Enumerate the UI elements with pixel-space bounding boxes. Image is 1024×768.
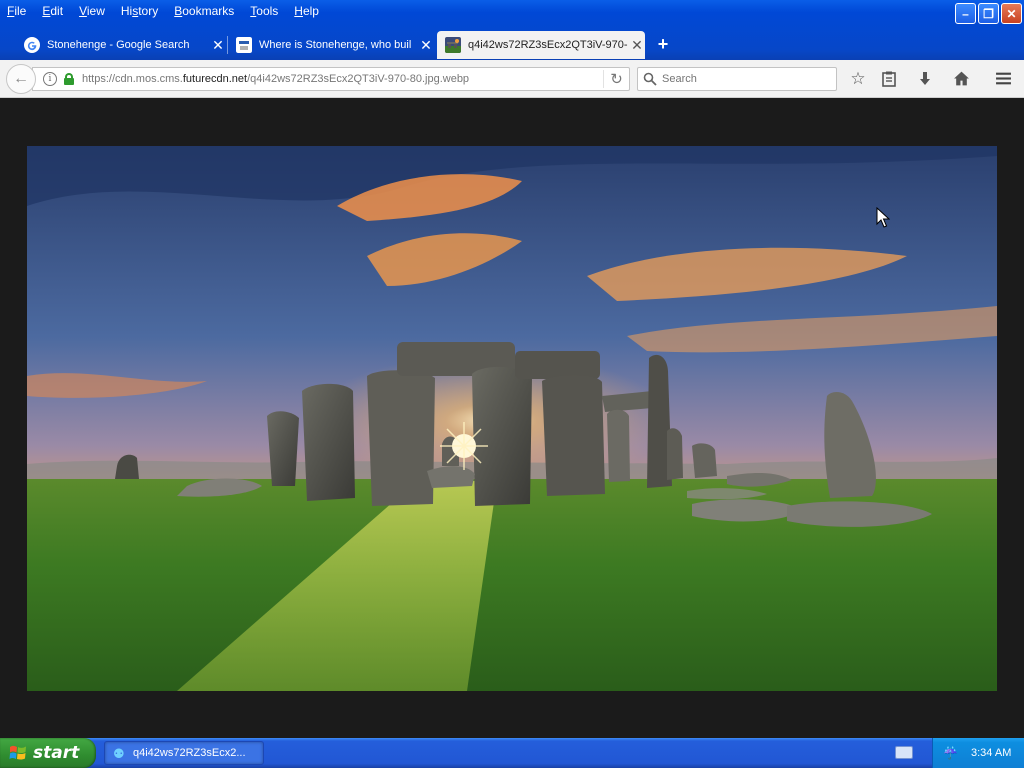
- url-bar[interactable]: i https://cdn.mos.cms.futurecdn.net/q4i4…: [32, 67, 630, 91]
- close-icon: ✕: [1006, 6, 1017, 21]
- bookmark-star-button[interactable]: ☆: [847, 68, 869, 90]
- site-icon: [236, 37, 252, 53]
- image-thumbnail-icon: [445, 37, 461, 53]
- system-tray: ☔ 3:34 AM: [932, 738, 1024, 768]
- reading-list-button[interactable]: [878, 68, 900, 90]
- tab-title: q4i42ws72RZ3sEcx2QT3iV-970-: [468, 39, 628, 51]
- clipboard-icon: [882, 71, 896, 87]
- url-prefix: https://cdn.mos.cms.: [82, 73, 183, 85]
- menu-accelerator: s: [132, 4, 139, 18]
- stonehenge-photo[interactable]: [27, 146, 997, 691]
- tab-strip: Stonehenge - Google Search ✕ Where is St…: [0, 30, 1024, 60]
- tab-title: Stonehenge - Google Search: [47, 39, 190, 51]
- search-box[interactable]: [637, 67, 837, 91]
- restore-icon: ❐: [983, 6, 994, 21]
- firefox-task-icon: ⚉: [113, 746, 125, 761]
- menu-view[interactable]: View: [79, 4, 105, 18]
- clock[interactable]: 3:34 AM: [971, 747, 1011, 759]
- restore-button[interactable]: ❐: [978, 3, 999, 24]
- reload-button[interactable]: ↻: [603, 70, 629, 88]
- url-domain: futurecdn.net: [182, 73, 248, 85]
- home-button[interactable]: [950, 68, 972, 90]
- network-icon[interactable]: ☔: [943, 746, 959, 760]
- menu-help[interactable]: Help: [294, 4, 319, 18]
- menu-accelerator: F: [7, 4, 15, 18]
- close-window-button[interactable]: ✕: [1001, 3, 1022, 24]
- url-path: /q4i42ws72RZ3sEcx2QT3iV-970-80.jpg.webp: [247, 73, 470, 85]
- reload-icon: ↻: [610, 71, 623, 88]
- mouse-cursor-icon: [876, 207, 890, 228]
- google-icon: [24, 37, 40, 53]
- new-tab-button[interactable]: +: [653, 33, 673, 55]
- minimize-button[interactable]: –: [955, 3, 976, 24]
- back-button[interactable]: ←: [6, 64, 36, 94]
- menu-accelerator: V: [79, 4, 87, 18]
- star-icon: ☆: [850, 69, 866, 88]
- menu-accelerator: E: [42, 4, 51, 18]
- download-arrow-icon: [920, 72, 930, 85]
- menu-bookmarks[interactable]: Bookmarks: [174, 4, 234, 18]
- menu-bar: File Edit View History Bookmarks Tools H…: [0, 0, 335, 22]
- info-icon[interactable]: i: [43, 72, 57, 86]
- menu-button[interactable]: [992, 68, 1014, 90]
- tab-close-icon[interactable]: ✕: [418, 37, 434, 54]
- lock-icon: [64, 73, 74, 85]
- menu-file[interactable]: File: [7, 4, 26, 18]
- tab-image-active[interactable]: q4i42ws72RZ3sEcx2QT3iV-970- ✕: [437, 31, 645, 59]
- windows-logo-icon: [9, 745, 26, 760]
- menu-accelerator: T: [250, 4, 257, 18]
- stonehenge-image: [27, 146, 997, 691]
- menu-accelerator: H: [294, 4, 303, 18]
- back-arrow-icon: ←: [13, 70, 29, 87]
- tab-google-search[interactable]: Stonehenge - Google Search ✕: [16, 31, 226, 59]
- start-label: start: [33, 743, 80, 763]
- downloads-button[interactable]: [914, 68, 936, 90]
- menu-history[interactable]: History: [121, 4, 158, 18]
- tab-title: Where is Stonehenge, who buil: [259, 39, 412, 51]
- home-icon: [953, 71, 969, 86]
- plus-icon: +: [657, 34, 669, 54]
- image-viewer: [0, 98, 1024, 738]
- search-input[interactable]: [662, 73, 836, 85]
- task-title: q4i42ws72RZ3sEcx2...: [133, 747, 246, 759]
- taskbar-window-firefox[interactable]: ⚉ q4i42ws72RZ3sEcx2...: [104, 741, 264, 765]
- windows-taskbar: start ⚉ q4i42ws72RZ3sEcx2... ☔ 3:34 AM: [0, 738, 1024, 768]
- navigation-toolbar: i https://cdn.mos.cms.futurecdn.net/q4i4…: [0, 60, 1024, 98]
- menu-edit[interactable]: Edit: [42, 4, 63, 18]
- search-icon: [643, 72, 657, 86]
- hamburger-menu-icon: [995, 72, 1011, 85]
- tab-close-icon[interactable]: ✕: [629, 37, 645, 54]
- menu-tools[interactable]: Tools: [250, 4, 278, 18]
- url-text[interactable]: https://cdn.mos.cms.futurecdn.net/q4i42w…: [82, 73, 603, 85]
- keyboard-icon[interactable]: [895, 746, 913, 759]
- firefox-titlebar: File Edit View History Bookmarks Tools H…: [0, 0, 1024, 62]
- minimize-icon: –: [962, 6, 969, 21]
- tab-stonehenge-article[interactable]: Where is Stonehenge, who buil ✕: [228, 31, 434, 59]
- start-button[interactable]: start: [0, 738, 96, 768]
- tab-close-icon[interactable]: ✕: [210, 37, 226, 54]
- menu-accelerator: B: [174, 4, 183, 18]
